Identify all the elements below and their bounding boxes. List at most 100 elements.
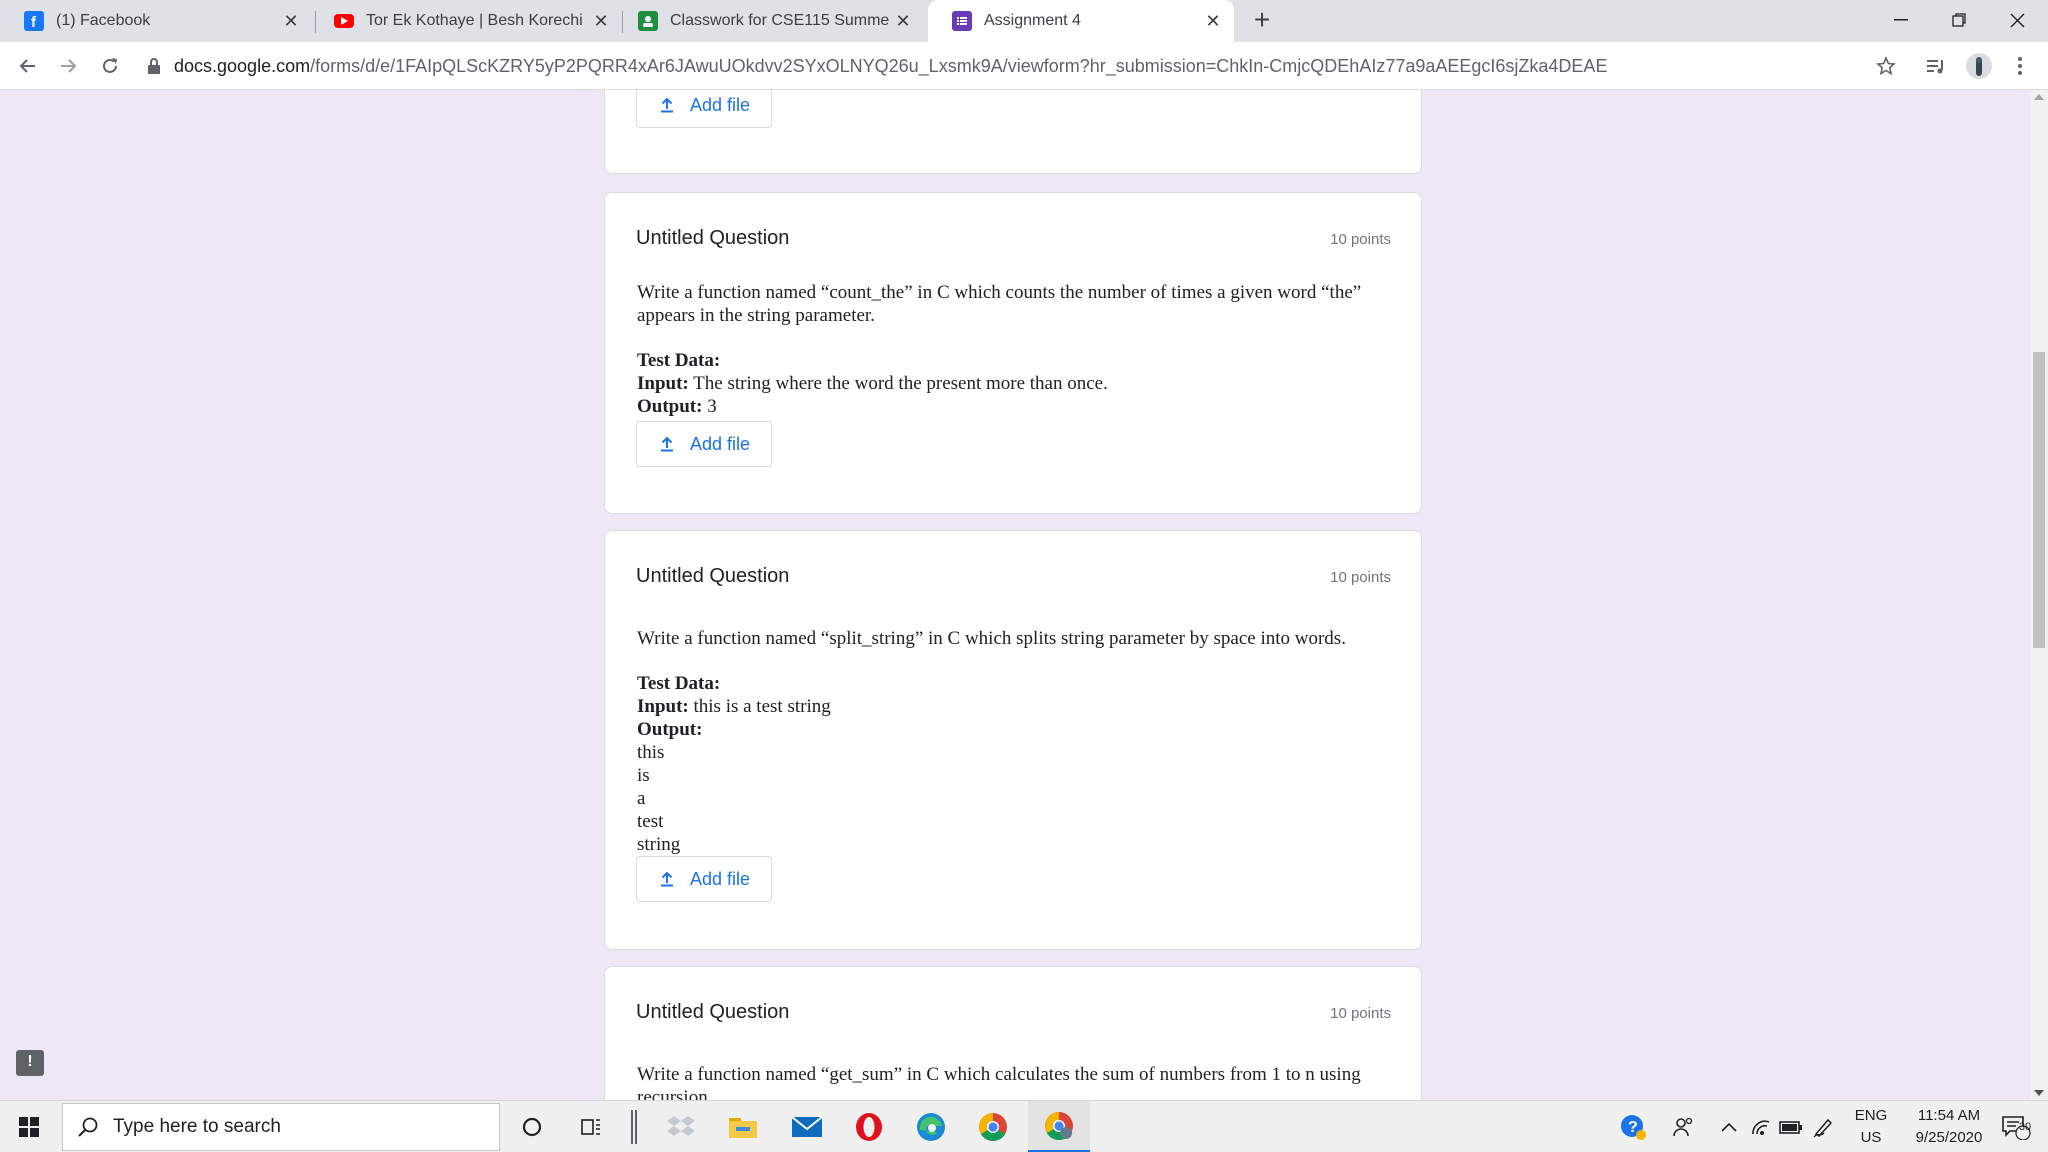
output-line: test	[637, 811, 664, 832]
taskbar-clock[interactable]: 11:54 AM 9/25/2020	[1894, 1101, 2004, 1152]
page-scrollbar[interactable]	[2030, 90, 2048, 1100]
tab-title: Assignment 4	[984, 12, 1081, 29]
clock-date: 9/25/2020	[1915, 1129, 1983, 1146]
clock-time: 11:54 AM	[1917, 1107, 1981, 1124]
lock-icon	[148, 58, 160, 74]
language-bottom: US	[1860, 1129, 1882, 1146]
language-indicator[interactable]: ENG US	[1848, 1101, 1894, 1152]
add-file-button[interactable]: Add file	[636, 856, 772, 902]
cortana-button[interactable]	[508, 1101, 556, 1152]
cortana-icon	[522, 1117, 542, 1137]
question-description: Write a function named “count_the” in C …	[637, 281, 1397, 418]
profile-button[interactable]	[1963, 50, 1995, 82]
feedback-icon[interactable]: !	[16, 1050, 44, 1076]
upload-icon	[660, 97, 673, 113]
opera-icon	[856, 1113, 882, 1141]
add-file-label: Add file	[689, 433, 751, 454]
test-data-label: Test Data:	[637, 350, 721, 371]
windows-taskbar: Type here to search ? ENG US 11:54 AM 9/…	[0, 1100, 2048, 1152]
question-card-previous: Add file	[604, 90, 1422, 174]
svg-text:f: f	[31, 14, 37, 29]
address-bar[interactable]: docs.google.com/forms/d/e/1FAIpQLScKZRY5…	[146, 50, 1906, 82]
add-file-button[interactable]: Add file	[636, 421, 772, 467]
close-icon[interactable]: ✕	[588, 8, 614, 34]
question-card: Untitled Question 10 points Write a func…	[604, 966, 1422, 1100]
tray-wifi-icon[interactable]	[1746, 1101, 1776, 1152]
new-tab-button[interactable]: +	[1248, 6, 1276, 35]
question-points: 10 points	[1330, 231, 1391, 248]
question-title: Untitled Question	[636, 565, 790, 587]
bookmark-button[interactable]	[1870, 50, 1902, 82]
question-description: Write a function named “get_sum” in C wh…	[637, 1063, 1397, 1100]
tab-title: Tor Ek Kothaye | Besh Korechi Prem Kore	[366, 12, 588, 29]
scrollbar-thumb[interactable]	[2033, 352, 2045, 648]
start-button[interactable]	[0, 1101, 58, 1152]
more-vert-icon	[2018, 57, 2022, 75]
media-control-button[interactable]	[1920, 50, 1952, 82]
edge-icon	[917, 1113, 945, 1141]
forms-icon	[952, 11, 972, 31]
minimize-button[interactable]	[1872, 0, 1930, 40]
taskbar-app-dropbox[interactable]	[656, 1101, 706, 1152]
question-title: Untitled Question	[636, 227, 790, 249]
url-text: docs.google.com/forms/d/e/1FAIpQLScKZRY5…	[174, 56, 1607, 77]
avatar	[1966, 53, 1992, 79]
taskbar-app-edge[interactable]	[906, 1101, 956, 1152]
close-icon[interactable]: ✕	[278, 8, 304, 34]
description-text: Write a function named “get_sum” in C wh…	[637, 1064, 1361, 1100]
taskbar-app-chrome[interactable]	[968, 1101, 1018, 1152]
tray-people-icon[interactable]	[1666, 1101, 1700, 1152]
tray-chevron-up-icon[interactable]	[1712, 1101, 1746, 1152]
task-view-button[interactable]	[568, 1101, 616, 1152]
tray-pen-icon[interactable]	[1806, 1101, 1840, 1152]
scroll-up-arrow-icon[interactable]	[2034, 94, 2044, 100]
notification-center-button[interactable]: 30	[1992, 1101, 2040, 1152]
mail-icon	[791, 1116, 823, 1137]
test-data-label: Test Data:	[637, 673, 721, 694]
search-icon	[78, 1117, 98, 1137]
youtube-icon	[334, 14, 354, 28]
taskbar-divider	[626, 1101, 642, 1152]
search-placeholder: Type here to search	[113, 1116, 281, 1137]
tab-title: Classwork for CSE115 Summer 2020	[670, 12, 890, 29]
add-file-button[interactable]: Add file	[636, 90, 772, 128]
tab-assignment-4[interactable]: Assignment 4 ✕	[928, 0, 1234, 42]
question-card: Untitled Question 10 points Write a func…	[604, 192, 1422, 514]
output-line: string	[637, 834, 681, 855]
upload-icon	[660, 436, 673, 452]
output-line: a	[637, 788, 646, 809]
input-label: Input:	[637, 373, 689, 394]
output-line: this	[637, 742, 665, 763]
tab-facebook[interactable]: f (1) Facebook ✕	[0, 0, 312, 42]
close-icon[interactable]: ✕	[1200, 8, 1226, 34]
forward-button[interactable]	[52, 50, 84, 82]
window-close-button[interactable]	[1988, 0, 2046, 40]
question-points: 10 points	[1330, 1005, 1391, 1022]
description-text: Write a function named “count_the” in C …	[637, 282, 1362, 326]
facebook-icon: f	[24, 11, 44, 31]
back-button[interactable]	[12, 50, 44, 82]
taskbar-app-mail[interactable]	[782, 1101, 832, 1152]
restore-button[interactable]	[1930, 0, 1988, 40]
notification-count: 30	[2018, 1121, 2032, 1133]
taskbar-app-chrome-profile[interactable]	[1028, 1101, 1090, 1152]
taskbar-app-file-explorer[interactable]	[718, 1101, 768, 1152]
dropbox-icon	[667, 1116, 695, 1136]
browser-toolbar: docs.google.com/forms/d/e/1FAIpQLScKZRY5…	[0, 42, 2048, 90]
reload-icon	[103, 58, 117, 73]
menu-button[interactable]	[2004, 50, 2036, 82]
tray-help-icon[interactable]: ?	[1616, 1101, 1650, 1152]
tab-youtube[interactable]: Tor Ek Kothaye | Besh Korechi Prem Kore …	[310, 0, 622, 42]
taskbar-search-input[interactable]: Type here to search	[62, 1103, 500, 1151]
taskbar-app-opera[interactable]	[844, 1101, 894, 1152]
star-icon	[1876, 56, 1896, 76]
scroll-down-arrow-icon[interactable]	[2034, 1090, 2044, 1096]
output-line: is	[637, 765, 650, 786]
reload-button[interactable]	[94, 50, 126, 82]
output-label: Output:	[637, 719, 703, 740]
tray-battery-icon[interactable]	[1776, 1101, 1806, 1152]
tab-classroom[interactable]: Classwork for CSE115 Summer 2020 ✕	[614, 0, 924, 42]
playlist-icon	[1927, 60, 1943, 74]
question-points: 10 points	[1330, 569, 1391, 586]
close-icon[interactable]: ✕	[890, 8, 916, 34]
